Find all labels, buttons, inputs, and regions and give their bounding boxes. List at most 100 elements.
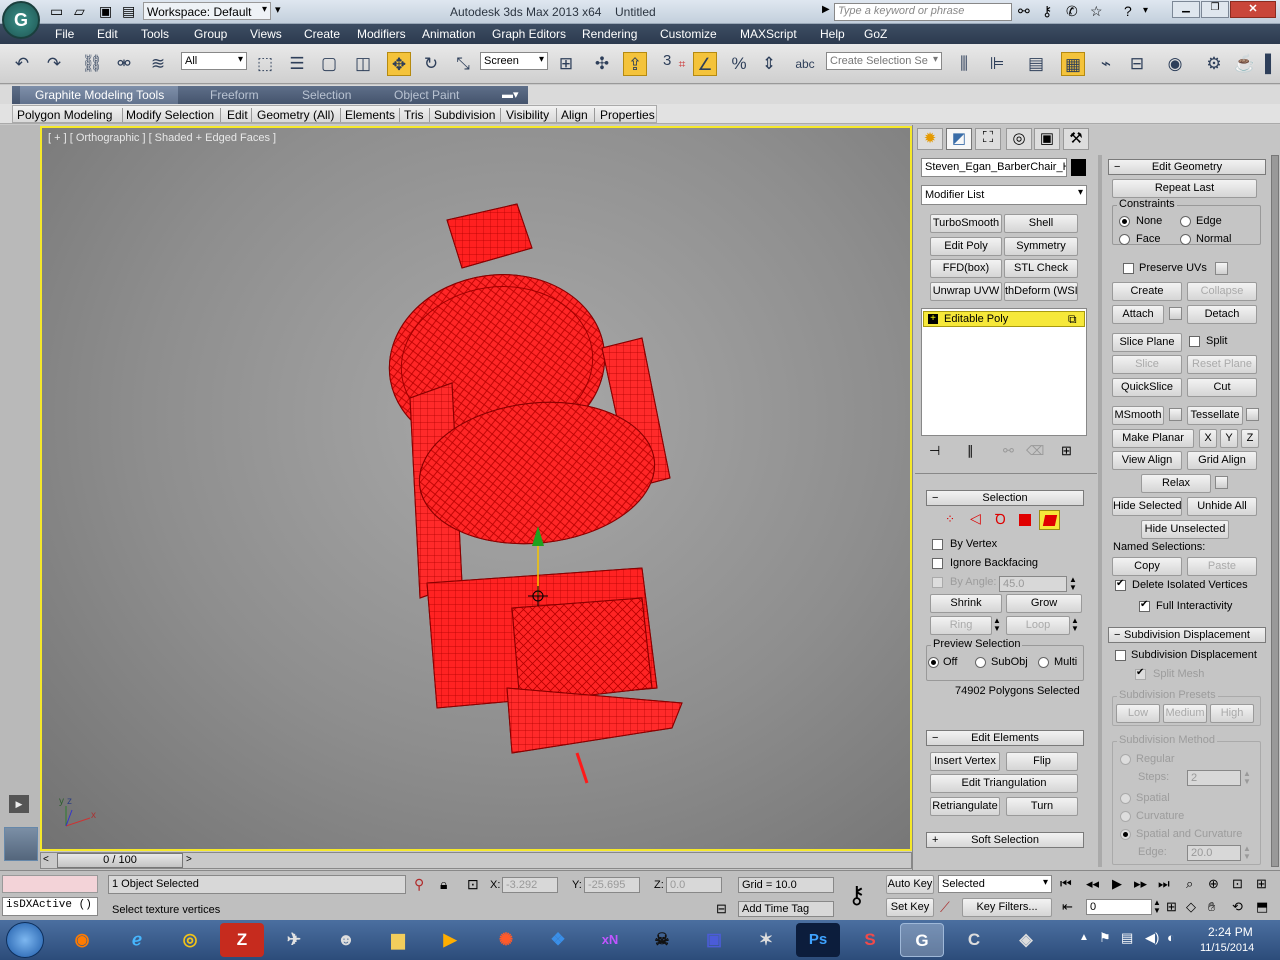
graphite-toggle-icon[interactable]: ▦ [1061, 52, 1085, 76]
expand-arrow-icon[interactable]: ▶ [9, 795, 29, 813]
current-frame-field[interactable]: 0 [1086, 899, 1152, 915]
render-frame-icon[interactable]: ☕ [1233, 52, 1257, 76]
insert-vertex-button[interactable]: Insert Vertex [930, 752, 1000, 771]
delete-isolated-checkbox[interactable] [1115, 578, 1126, 591]
maximize-button[interactable]: ❐ [1201, 1, 1229, 18]
constraint-face-radio[interactable] [1119, 234, 1130, 245]
unity-icon[interactable]: ◈ [1004, 923, 1048, 957]
object-name-field[interactable]: Steven_Egan_BarberChair_H [921, 158, 1067, 177]
isolate-selection-icon[interactable]: ⚲ [414, 876, 424, 893]
tab-freeform[interactable]: Freeform [210, 88, 259, 102]
align-icon[interactable]: ⊫ [985, 52, 1009, 76]
modify-tab-icon[interactable]: ◩ [946, 128, 972, 150]
dropbox-icon[interactable]: ❖ [536, 923, 580, 957]
menu-tools[interactable]: Tools [141, 27, 169, 41]
element-mode-icon[interactable] [1039, 510, 1060, 530]
search-arrow-icon[interactable]: ▶ [822, 4, 830, 15]
time-prev-icon[interactable]: < [43, 854, 49, 865]
thdeform-button[interactable]: thDeform (WSI [1004, 282, 1078, 301]
y-coordinate-field[interactable]: -25.695 [584, 877, 640, 893]
stack-item-editable-poly[interactable]: + Editable Poly ⧉ [923, 311, 1085, 327]
maxscript-listener-icon[interactable] [4, 827, 38, 861]
constraint-edge-radio[interactable] [1180, 216, 1191, 227]
scale-icon[interactable]: ⤡ [451, 52, 475, 76]
goto-end-icon[interactable]: ⏭ [1158, 876, 1170, 892]
z-coordinate-field[interactable]: 0.0 [666, 877, 722, 893]
preview-subobj-radio[interactable] [975, 657, 986, 668]
angle-snap-icon[interactable]: ∠ [693, 52, 717, 76]
material-editor-icon[interactable]: ◉ [1163, 52, 1187, 76]
key-mode-dropdown[interactable]: Selected [938, 875, 1052, 893]
configure-sets-icon[interactable]: ⊞ [1061, 443, 1072, 459]
start-button-icon[interactable] [6, 922, 44, 958]
rect-selection-icon[interactable]: ▢ [317, 52, 341, 76]
panel-geometry-all[interactable]: Geometry (All) [257, 108, 334, 122]
edit-elements-rollout-header[interactable]: − Edit Elements [926, 730, 1084, 746]
spinner-snap-icon[interactable]: ⇕ [757, 52, 781, 76]
media-player-icon[interactable]: ▶ [428, 923, 472, 957]
planar-y-button[interactable]: Y [1220, 429, 1238, 448]
relax-settings-icon[interactable] [1215, 476, 1228, 489]
vertex-mode-icon[interactable]: ⁘ [945, 512, 955, 526]
copy-button[interactable]: Copy [1112, 557, 1182, 576]
preserve-uvs-checkbox[interactable] [1123, 263, 1134, 274]
minimize-button[interactable]: ▁ [1172, 1, 1200, 18]
set-key-button[interactable]: Set Key [886, 898, 934, 917]
polygon-mode-icon[interactable] [1019, 514, 1031, 526]
preview-off-radio[interactable] [928, 657, 939, 668]
pan-icon[interactable]: ✋︎ [1208, 899, 1215, 915]
menu-help[interactable]: Help [820, 27, 845, 41]
utilities-tab-icon[interactable]: ⚒ [1063, 128, 1089, 150]
menu-animation[interactable]: Animation [422, 27, 475, 41]
tab-graphite-modeling-tools[interactable]: Graphite Modeling Tools [35, 88, 164, 102]
turbosmooth-button[interactable]: TurboSmooth [930, 214, 1002, 233]
reference-coord-dropdown[interactable]: Screen [480, 52, 548, 70]
tray-expand-icon[interactable]: ▲ [1079, 932, 1089, 943]
pin-stack-icon[interactable]: ⊣ [929, 443, 940, 459]
orbit-icon[interactable]: ⟲ [1232, 899, 1243, 915]
zoom-icon[interactable]: ⌕ [1186, 876, 1193, 892]
shrink-button[interactable]: Shrink [930, 594, 1002, 613]
add-time-tag[interactable]: Add Time Tag [738, 901, 834, 917]
utility-icon[interactable]: ✈ [272, 923, 316, 957]
window-crossing-icon[interactable]: ◫ [351, 52, 375, 76]
menu-group[interactable]: Group [194, 27, 227, 41]
time-slider[interactable]: < 0 / 100 > [40, 852, 912, 869]
ignore-backfacing-checkbox[interactable] [932, 558, 943, 569]
3dsmax-taskbar-icon[interactable]: G [900, 923, 944, 957]
relax-button[interactable]: Relax [1141, 474, 1211, 493]
help-icon[interactable]: ? [1124, 3, 1132, 19]
ffd-box-button[interactable]: FFD(box) [930, 259, 1002, 278]
panel-elements[interactable]: Elements [345, 108, 395, 122]
make-planar-button[interactable]: Make Planar [1112, 429, 1194, 448]
frame-spinner-icon[interactable]: ▲ ▼ [1153, 899, 1161, 915]
zoom-all-icon[interactable]: ⊕ [1208, 876, 1219, 892]
panel-polygon-modeling[interactable]: Polygon Modeling [17, 108, 112, 122]
retriangulate-button[interactable]: Retriangulate [930, 797, 1000, 816]
prev-frame-icon[interactable]: ◂◂ [1086, 876, 1099, 892]
selection-rollout-header[interactable]: − Selection [926, 490, 1084, 506]
time-slider-thumb[interactable]: 0 / 100 [57, 853, 183, 868]
search-input[interactable]: Type a keyword or phrase [834, 3, 1012, 21]
key-filters-button[interactable]: Key Filters... [962, 898, 1052, 917]
tessellate-button[interactable]: Tessellate [1187, 406, 1243, 425]
tab-selection[interactable]: Selection [302, 88, 351, 102]
edit-poly-button[interactable]: Edit Poly [930, 237, 1002, 256]
snap-toggle-icon[interactable]: ⌗ [670, 52, 694, 76]
grid-align-button[interactable]: Grid Align [1187, 451, 1257, 470]
named-selection-dropdown[interactable]: Create Selection Se [826, 52, 942, 70]
zoom-extents-all-icon[interactable]: ⊞ [1256, 876, 1267, 892]
preserve-uvs-settings-icon[interactable] [1215, 262, 1228, 275]
ring-spinner-icon[interactable]: ▲ ▼ [993, 617, 1001, 633]
firefox-icon[interactable]: ◉ [60, 923, 104, 957]
link-icon[interactable]: ⛓ [80, 52, 104, 76]
by-vertex-checkbox[interactable] [932, 539, 943, 550]
menu-modifiers[interactable]: Modifiers [357, 27, 406, 41]
select-object-icon[interactable]: ⬚ [253, 52, 277, 76]
project-icon[interactable]: ▤ [122, 3, 135, 20]
mirror-icon[interactable]: ⫼ [952, 52, 976, 76]
full-interactivity-checkbox[interactable] [1139, 599, 1150, 612]
cinema-icon[interactable]: ▣ [692, 923, 736, 957]
planar-z-button[interactable]: Z [1241, 429, 1259, 448]
menu-customize[interactable]: Customize [660, 27, 717, 41]
